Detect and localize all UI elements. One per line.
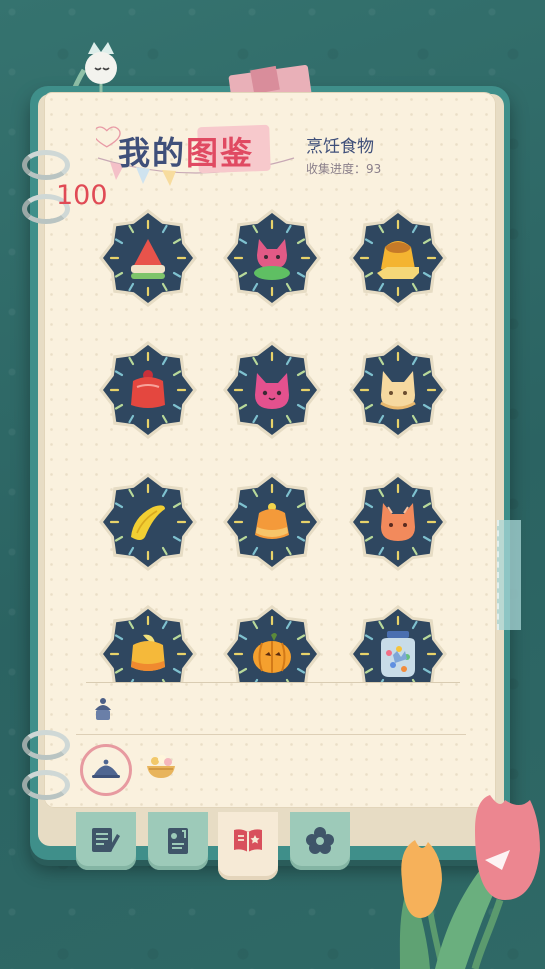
collection-item-pink-cat-jelly[interactable]	[222, 340, 322, 440]
cloche-icon	[92, 759, 120, 778]
collection-item-orange-cat-jelly[interactable]	[348, 472, 448, 572]
cupcake-icon	[95, 698, 111, 720]
open-book-icon	[234, 829, 262, 852]
category-label: 烹饪食物	[306, 137, 374, 157]
binder-ring	[22, 730, 70, 760]
pink-cat-jelly-icon	[255, 373, 289, 409]
cream-cat-jelly-icon	[380, 371, 416, 410]
binder-ring	[22, 150, 70, 180]
banana-icon	[131, 505, 165, 540]
red-cone-jelly-icon	[131, 239, 165, 279]
cloche-button[interactable]	[80, 744, 132, 796]
binder-ring	[22, 770, 70, 800]
tab-collection[interactable]	[218, 812, 278, 880]
flower-fairy-icon	[85, 42, 117, 92]
candy-jar-icon	[381, 631, 415, 677]
tab-cards[interactable]	[148, 812, 208, 870]
collection-item-strawberry-jelly[interactable]	[98, 340, 198, 440]
orange-jelly-icon	[255, 503, 289, 539]
collection-item-pumpkin-cake[interactable]	[222, 604, 322, 682]
bowl-icon	[147, 755, 175, 778]
tab-notes[interactable]	[76, 812, 136, 870]
tulip-decoration	[399, 795, 540, 969]
title-part-1: 我的	[118, 134, 187, 172]
collection-item-cream-cat-jelly[interactable]	[348, 340, 448, 440]
pink-cat-green-base-icon	[254, 239, 290, 280]
collection-item-green-cat-jelly[interactable]	[222, 208, 322, 308]
collection-item-candy-jar[interactable]	[348, 604, 448, 682]
note-pencil-icon	[92, 828, 120, 852]
pink-bookmark-fold	[250, 65, 280, 95]
collection-progress: 收集进度：93	[306, 160, 381, 177]
yellow-jelly-banana-icon	[131, 634, 165, 671]
collection-item-banana-pudding[interactable]	[98, 604, 198, 682]
photo-card-icon	[168, 828, 188, 854]
toolbar-divider	[76, 734, 466, 735]
page-title: 我的图鉴	[118, 128, 254, 174]
collection-item-orange-jelly[interactable]	[222, 472, 322, 572]
pumpkin-icon	[253, 633, 291, 673]
progress-label: 收集进度：	[306, 162, 367, 176]
bowl-button[interactable]	[138, 744, 184, 790]
yellow-pudding-icon	[377, 241, 419, 279]
collection-item-pudding-caramel[interactable]	[348, 208, 448, 308]
score-counter: 100	[56, 180, 108, 211]
collection-item-banana-slice[interactable]	[98, 472, 198, 572]
orange-cat-jelly-icon	[381, 503, 415, 541]
tape-decoration	[497, 520, 521, 630]
red-jelly-cup-icon	[131, 370, 165, 408]
collection-item-watermelon-jelly[interactable]	[98, 208, 198, 308]
tab-flowers[interactable]	[290, 812, 350, 870]
flower-icon	[306, 827, 334, 854]
title-part-2: 图鉴	[186, 134, 255, 172]
grid-bottom-edge	[86, 682, 460, 687]
progress-value: 93	[366, 162, 382, 176]
